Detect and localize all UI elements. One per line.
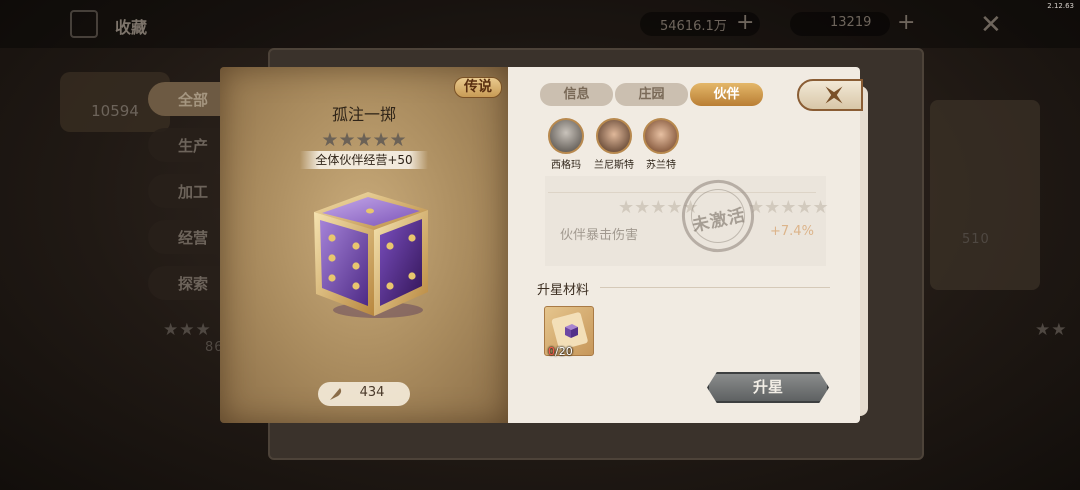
bonus-value: +7.4% (770, 224, 814, 239)
bg-card-stars: ★★ (1035, 320, 1068, 340)
bg-card-value: 510 (962, 232, 990, 247)
material-count: 0/20 (548, 345, 573, 358)
materials-title: 升星材料 (537, 283, 590, 298)
bg-card-stars: ★★★ (163, 320, 212, 340)
rarity-badge: 传说 (454, 77, 502, 98)
divider (600, 287, 830, 288)
close-icon (825, 86, 843, 104)
bonus-label: 伙伴暴击伤害 (560, 228, 639, 243)
add-gem-icon[interactable]: + (897, 10, 915, 35)
bonus-stars: ★★★★★ (748, 197, 829, 218)
feather-icon (330, 388, 342, 400)
item-effect: 全体伙伴经营+50 (300, 151, 428, 169)
close-button[interactable] (797, 79, 863, 111)
partner-sulante[interactable]: 苏兰特 (631, 118, 691, 171)
avatar (596, 118, 632, 154)
tab-manor[interactable]: 庄园 (615, 83, 688, 106)
material-need: 20 (558, 345, 573, 358)
bg-card (930, 100, 1040, 290)
seal-text: 未激活 (690, 205, 748, 237)
tab-partner[interactable]: 伙伴 (690, 83, 763, 106)
dice-icon (314, 192, 428, 318)
owned-count: 434 (359, 385, 385, 400)
tab-info[interactable]: 信息 (540, 83, 613, 106)
gem-counter: 13219 (790, 12, 890, 36)
item-stars: ★★★★★ (321, 129, 407, 151)
material-have: 0 (548, 345, 555, 358)
partner-name: 苏兰特 (646, 160, 676, 171)
add-gold-icon[interactable]: + (736, 10, 754, 35)
bg-page-title: 收藏 (115, 18, 148, 37)
upgrade-star-button[interactable]: 升星 (707, 372, 829, 403)
avatar (548, 118, 584, 154)
top-bar (0, 0, 1080, 48)
bg-close-icon[interactable]: ✕ (980, 10, 1002, 40)
avatar (643, 118, 679, 154)
version-label: 2.12.63 (1047, 2, 1074, 10)
home-icon[interactable] (70, 10, 98, 38)
item-name: 孤注一掷 (331, 105, 396, 124)
